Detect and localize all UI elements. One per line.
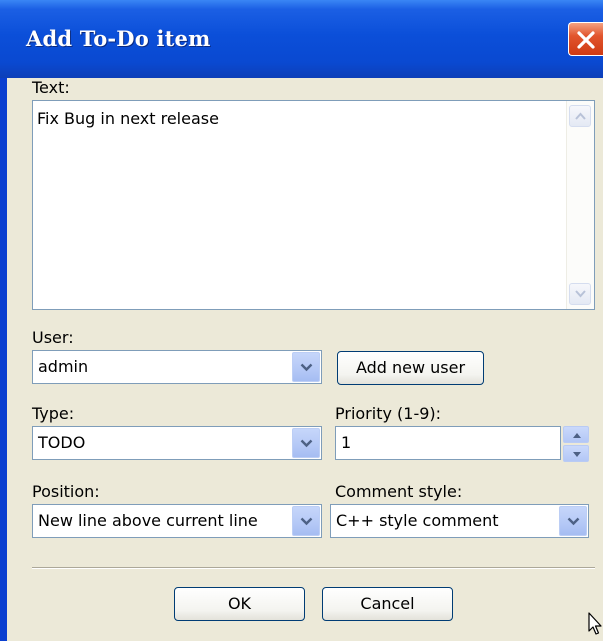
type-select-value: TODO [38,433,86,452]
scroll-down-button[interactable] [569,283,591,305]
priority-decrement-button[interactable] [563,445,589,462]
text-memo-value: Fix Bug in next release [37,109,219,128]
triangle-down-icon [573,452,581,457]
user-select-value: admin [38,357,89,376]
priority-value: 1 [341,433,352,452]
cancel-button[interactable]: Cancel [322,587,453,621]
mouse-cursor-icon [588,612,602,635]
priority-spinner[interactable] [563,426,589,462]
position-select[interactable]: New line above current line [32,504,322,538]
user-select[interactable]: admin [32,350,322,384]
dialog-title: Add To-Do item [26,26,211,51]
position-label: Position: [32,482,100,501]
chevron-down-icon [300,517,313,526]
comment-style-select[interactable]: C++ style comment [330,504,589,538]
priority-increment-button[interactable] [563,426,589,443]
title-bar[interactable]: Add To-Do item [0,0,603,78]
close-icon [577,31,595,49]
chevron-down-icon [575,290,586,298]
chevron-down-icon [567,517,580,526]
chevron-down-icon [300,439,313,448]
comment-style-dropdown-button[interactable] [559,506,587,536]
triangle-up-icon [573,433,581,438]
scroll-up-button[interactable] [569,105,591,127]
text-label: Text: [32,78,70,97]
priority-label: Priority (1-9): [335,404,442,423]
position-select-value: New line above current line [38,511,258,530]
memo-scrollbar[interactable] [566,101,594,309]
ok-button[interactable]: OK [174,587,305,621]
comment-style-select-value: C++ style comment [336,511,499,530]
dialog-window: Add To-Do item [0,0,603,641]
position-dropdown-button[interactable] [292,506,320,536]
user-dropdown-button[interactable] [292,352,320,382]
add-new-user-button[interactable]: Add new user [337,351,484,385]
close-button[interactable] [568,22,603,56]
separator [32,567,595,569]
chevron-down-icon [300,363,313,372]
priority-input[interactable]: 1 [335,426,561,460]
user-label: User: [32,328,74,347]
text-memo[interactable]: Fix Bug in next release [32,100,595,310]
type-dropdown-button[interactable] [292,428,320,458]
chevron-up-icon [575,112,586,120]
type-label: Type: [32,404,75,423]
comment-style-label: Comment style: [335,482,463,501]
type-select[interactable]: TODO [32,426,322,460]
